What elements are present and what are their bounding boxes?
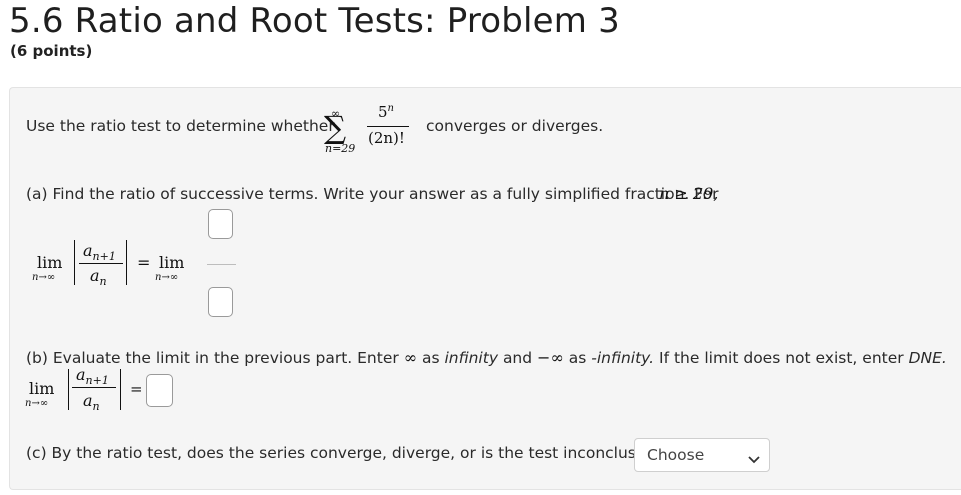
- neg-infinity-symbol: −∞: [537, 348, 564, 367]
- infinity-symbol: ∞: [403, 348, 418, 367]
- problem-panel: Use the ratio test to determine whether …: [9, 87, 961, 490]
- sigma-icon: ∑: [324, 110, 347, 146]
- keyword-neg-infinity: -infinity.: [591, 349, 655, 367]
- points-label: (6 points): [10, 42, 93, 60]
- part-b-text: (b) Evaluate the limit in the previous p…: [26, 348, 947, 367]
- intro-text-before: Use the ratio test to determine whether: [26, 117, 335, 135]
- abs-bar-right: [126, 240, 127, 285]
- equals-sign: =: [137, 253, 151, 272]
- a-next: an+1: [83, 241, 116, 264]
- ratio-test-conclusion-select[interactable]: Choose: [634, 438, 770, 472]
- denominator-answer-input[interactable]: [208, 287, 233, 317]
- ratio-fraction-bar-2: [72, 387, 116, 388]
- abs-bar-left-2: [68, 369, 69, 410]
- part-c-text: (c) By the ratio test, does the series c…: [26, 444, 668, 462]
- select-value: Choose: [647, 446, 705, 464]
- equals-sign-2: =: [130, 380, 143, 398]
- page-title: 5.6 Ratio and Root Tests: Problem 3: [9, 1, 620, 41]
- intro-text-after: converges or diverges.: [426, 117, 604, 135]
- lim-subscript-2: n→∞: [155, 272, 179, 283]
- lim-label: lim: [37, 253, 63, 272]
- ratio-fraction-bar: [79, 263, 123, 264]
- series-numerator: 5n: [378, 103, 394, 121]
- abs-bar-left: [74, 240, 75, 285]
- series-denominator: (2n)!: [368, 129, 405, 147]
- lim-label-3: lim: [29, 379, 55, 398]
- keyword-infinity: infinity: [444, 349, 498, 367]
- lim-subscript: n→∞: [32, 272, 56, 283]
- a-current: an: [90, 266, 107, 289]
- numerator-answer-input[interactable]: [208, 209, 233, 239]
- answer-fraction-bar: [207, 264, 236, 265]
- part-a-condition: n ≥ 29,: [659, 184, 719, 203]
- sum-lower-limit: n=29: [325, 142, 356, 155]
- limit-answer-input[interactable]: [146, 374, 173, 407]
- abs-bar-right-2: [120, 369, 121, 410]
- a-next-2: an+1: [76, 365, 109, 388]
- part-a-text: (a) Find the ratio of successive terms. …: [26, 185, 719, 203]
- lim-label-2: lim: [159, 253, 185, 272]
- series-fraction-bar: [367, 126, 409, 127]
- chevron-down-icon: [748, 450, 760, 468]
- a-current-2: an: [83, 391, 100, 414]
- keyword-dne: DNE.: [908, 349, 947, 367]
- lim-subscript-3: n→∞: [25, 398, 49, 409]
